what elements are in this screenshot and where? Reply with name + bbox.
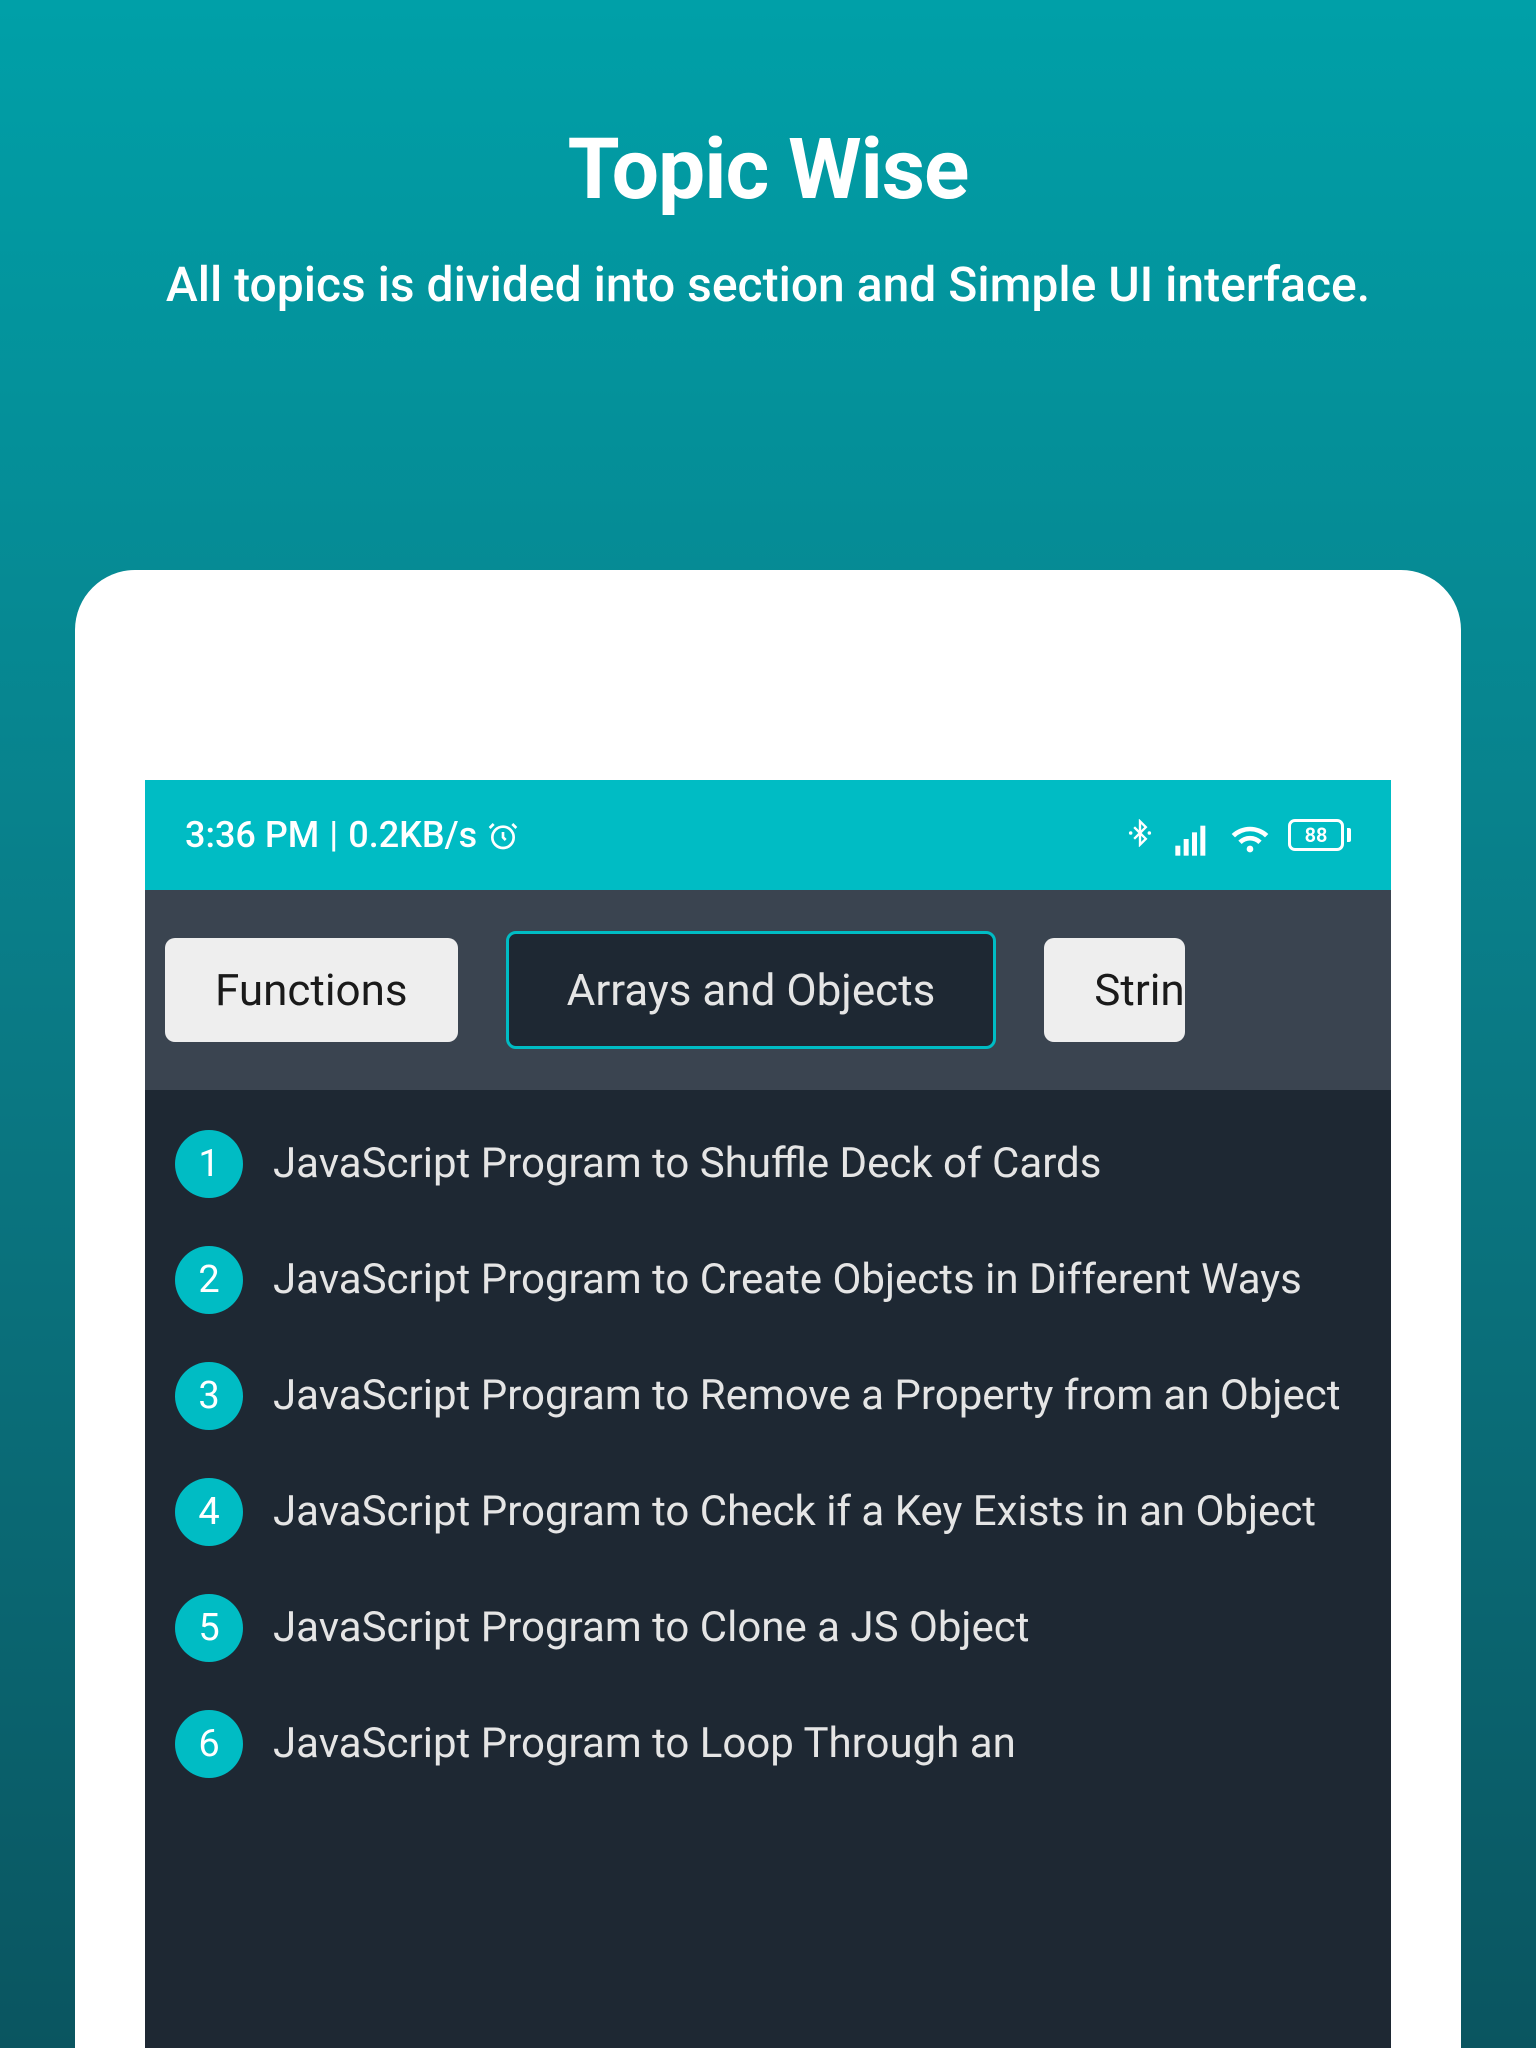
- item-number: 6: [175, 1710, 243, 1778]
- signal-icon: [1172, 819, 1212, 851]
- program-list: 1 JavaScript Program to Shuffle Deck of …: [145, 1090, 1391, 1778]
- promo-subtitle: All topics is divided into section and S…: [0, 254, 1536, 316]
- battery-level: 88: [1305, 823, 1328, 847]
- item-title: JavaScript Program to Create Objects in …: [273, 1252, 1361, 1309]
- list-item[interactable]: 6 JavaScript Program to Loop Through an: [175, 1710, 1361, 1778]
- battery-indicator: 88: [1288, 819, 1351, 851]
- device-frame: 3:36 PM | 0.2KB/s: [75, 570, 1461, 2048]
- promo-header: Topic Wise All topics is divided into se…: [0, 0, 1536, 316]
- status-right: 88: [1126, 819, 1351, 851]
- status-data-speed: 0.2KB/s: [348, 814, 477, 856]
- item-number: 2: [175, 1246, 243, 1314]
- item-number: 1: [175, 1130, 243, 1198]
- tabs-bar: Functions Arrays and Objects Strin: [145, 890, 1391, 1090]
- list-item[interactable]: 3 JavaScript Program to Remove a Propert…: [175, 1362, 1361, 1430]
- status-left: 3:36 PM | 0.2KB/s: [185, 814, 519, 856]
- list-item[interactable]: 5 JavaScript Program to Clone a JS Objec…: [175, 1594, 1361, 1662]
- status-separator: |: [329, 814, 338, 856]
- tab-functions[interactable]: Functions: [165, 938, 458, 1042]
- item-title: JavaScript Program to Check if a Key Exi…: [273, 1484, 1361, 1541]
- item-title: JavaScript Program to Remove a Property …: [273, 1368, 1361, 1425]
- list-item[interactable]: 1 JavaScript Program to Shuffle Deck of …: [175, 1130, 1361, 1198]
- wifi-icon: [1230, 819, 1270, 851]
- item-title: JavaScript Program to Shuffle Deck of Ca…: [273, 1136, 1361, 1193]
- item-title: JavaScript Program to Clone a JS Object: [273, 1600, 1361, 1657]
- promo-title: Topic Wise: [0, 120, 1536, 219]
- item-number: 4: [175, 1478, 243, 1546]
- item-number: 5: [175, 1594, 243, 1662]
- item-number: 3: [175, 1362, 243, 1430]
- status-time: 3:36 PM: [185, 814, 319, 856]
- item-title: JavaScript Program to Loop Through an: [273, 1716, 1361, 1773]
- tab-strings[interactable]: Strin: [1044, 938, 1184, 1042]
- list-item[interactable]: 4 JavaScript Program to Check if a Key E…: [175, 1478, 1361, 1546]
- status-bar: 3:36 PM | 0.2KB/s: [145, 780, 1391, 890]
- tab-arrays-objects[interactable]: Arrays and Objects: [506, 931, 997, 1049]
- app-screen: 3:36 PM | 0.2KB/s: [145, 780, 1391, 2048]
- list-item[interactable]: 2 JavaScript Program to Create Objects i…: [175, 1246, 1361, 1314]
- alarm-icon: [487, 819, 519, 851]
- bluetooth-icon: [1126, 819, 1154, 851]
